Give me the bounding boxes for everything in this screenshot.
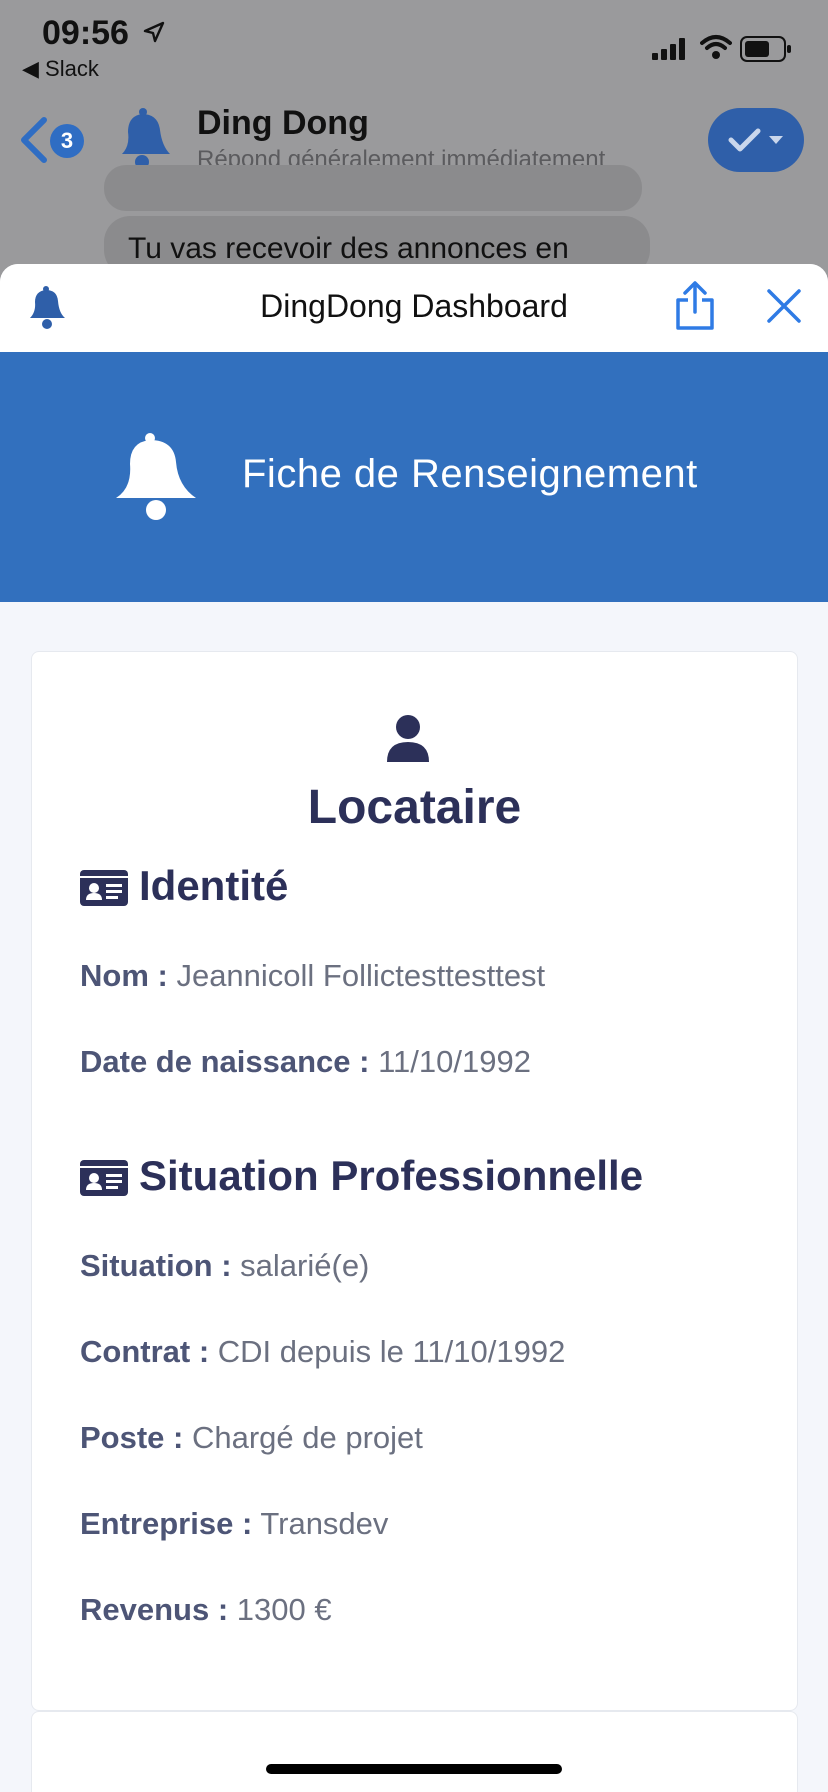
field-position: Poste : Chargé de projet [80,1420,423,1456]
back-to-slack-link[interactable]: ◀ Slack [22,56,99,82]
battery-icon [740,36,791,62]
back-chevron-icon[interactable] [18,116,48,164]
field-label: Contrat : [80,1334,210,1369]
field-situation: Situation : salarié(e) [80,1248,369,1284]
dashboard-sheet: DingDong Dashboard Fiche de Renseignemen… [0,264,828,1792]
field-income: Revenus : 1300 € [80,1592,332,1628]
field-contract: Contrat : CDI depuis le 11/10/1992 [80,1334,565,1370]
field-label: Situation : [80,1248,232,1283]
close-icon[interactable] [766,288,802,324]
banner-title: Fiche de Renseignement [242,452,698,496]
share-icon[interactable] [674,280,716,332]
field-label: Entreprise : [80,1506,253,1541]
field-value: Jeannicoll Follictesttesttest [176,958,546,993]
id-card-icon [80,870,128,906]
field-value: 11/10/1992 [378,1044,531,1079]
checkmark-icon [728,128,761,152]
user-icon [387,715,429,762]
guarantor-card [31,1711,798,1792]
home-indicator[interactable] [266,1764,562,1774]
sheet-header: DingDong Dashboard [0,264,828,353]
message-bubble [104,165,642,211]
tenant-card: Locataire Identité Nom : Jeannicoll Foll… [31,651,798,1711]
section-title: Identité [139,862,289,909]
id-card-icon [80,1160,128,1196]
field-value: salarié(e) [240,1248,370,1283]
field-company: Entreprise : Transdev [80,1506,388,1542]
status-time: 09:56 [42,14,129,52]
field-label: Nom : [80,958,168,993]
location-arrow-icon [143,21,165,43]
field-value: Chargé de projet [191,1420,423,1455]
field-name: Nom : Jeannicoll Follictesttesttest [80,958,545,994]
card-title: Locataire [307,781,522,834]
field-label: Revenus : [80,1592,229,1627]
form-banner: Fiche de Renseignement [0,352,828,602]
wifi-icon [700,35,732,59]
chat-name: Ding Dong [197,104,369,142]
cellular-signal-icon [652,38,685,60]
field-label: Poste : [80,1420,184,1455]
action-button[interactable] [708,108,804,172]
field-label: Date de naissance : [80,1044,370,1079]
field-value: 1300 € [236,1592,332,1627]
status-bar: 09:56 ◀ Slack [0,0,828,82]
field-birthdate: Date de naissance : 11/10/1992 [80,1044,531,1080]
slack-background: 09:56 ◀ Slack 3 Ding Dong Répond général… [0,0,828,300]
unread-count-badge: 3 [50,124,84,158]
section-title: Situation Professionnelle [139,1152,644,1199]
bell-icon [116,433,196,520]
field-value: Transdev [260,1506,389,1541]
message-text: Tu vas recevoir des annonces en [128,232,569,265]
caret-down-icon [769,136,783,144]
field-value: CDI depuis le 11/10/1992 [217,1334,566,1369]
